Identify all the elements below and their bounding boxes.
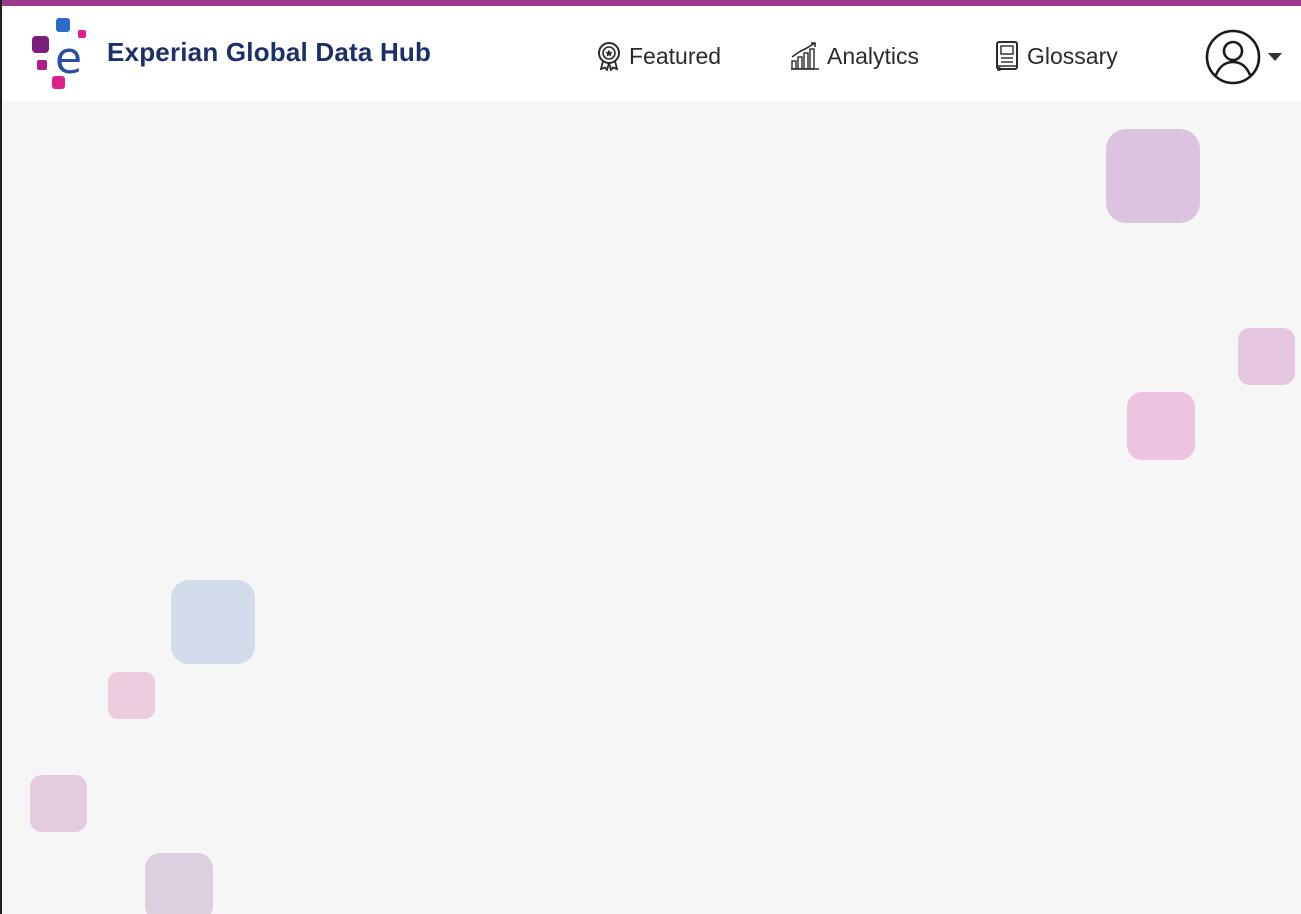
- decorative-square: [30, 775, 87, 832]
- nav-analytics[interactable]: Analytics: [789, 36, 919, 76]
- decorative-square: [1106, 129, 1200, 223]
- decorative-square: [108, 672, 155, 719]
- user-avatar-icon: [1205, 29, 1261, 85]
- nav-glossary[interactable]: Glossary: [993, 36, 1118, 76]
- nav-featured-label: Featured: [629, 42, 722, 69]
- decorative-square: [171, 580, 255, 664]
- top-header: e Experian Global Data Hub Featured Anal…: [2, 6, 1301, 101]
- nav-featured[interactable]: Featured: [595, 36, 721, 76]
- brand-title[interactable]: Experian Global Data Hub: [107, 37, 431, 68]
- decorative-square: [145, 853, 213, 914]
- award-badge-icon: [598, 42, 620, 71]
- decorative-square: [1238, 328, 1295, 385]
- experian-logo[interactable]: e: [28, 16, 90, 94]
- svg-text:e: e: [55, 33, 82, 84]
- bar-chart-icon: [791, 42, 819, 70]
- experian-logo-icon: e: [32, 18, 86, 89]
- decorative-square: [1127, 392, 1195, 460]
- caret-down-icon: [1268, 53, 1282, 61]
- nav-glossary-label: Glossary: [1027, 42, 1118, 69]
- user-menu-button[interactable]: [1205, 29, 1299, 85]
- app-window: e Experian Global Data Hub Featured Anal…: [2, 0, 1301, 914]
- nav-analytics-label: Analytics: [827, 42, 920, 69]
- book-icon: [996, 41, 1018, 71]
